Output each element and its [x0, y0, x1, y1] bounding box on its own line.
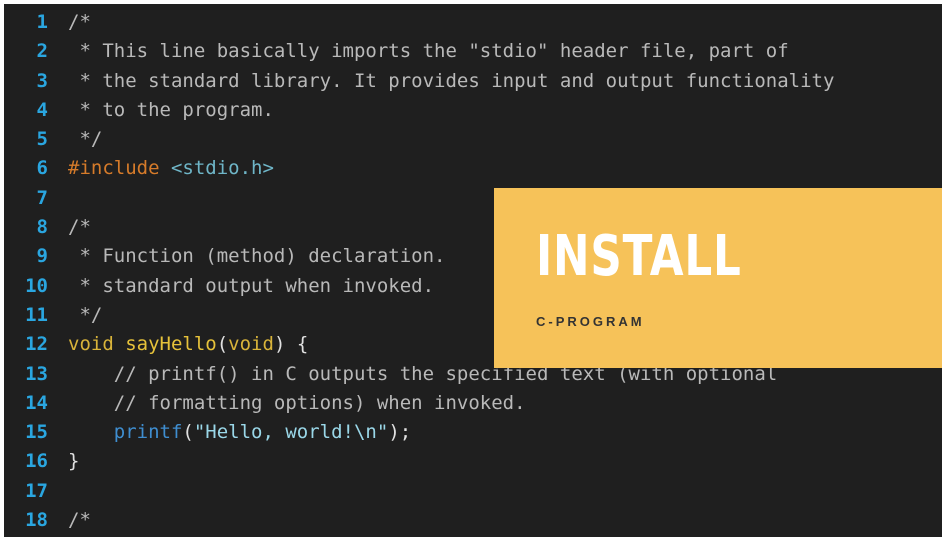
line-number: 14	[25, 391, 48, 414]
line-number: 16	[25, 450, 48, 473]
line-number: 12	[25, 333, 48, 356]
line-number: 5	[36, 128, 48, 151]
code-token: /*	[68, 509, 91, 532]
line-number: 17	[25, 479, 48, 502]
code-line: 4 * to the program.	[4, 96, 834, 125]
code-token: * This line basically imports the "stdio…	[68, 40, 789, 63]
code-image: 1 /* 2 * This line basically imports the "…	[4, 4, 942, 537]
line-number: 18	[25, 509, 48, 532]
code-line: 15 printf("Hello, world!\n");	[4, 418, 834, 447]
code-token: * standard output when invoked.	[68, 274, 435, 297]
line-number: 15	[25, 421, 48, 444]
code-token: void	[68, 333, 126, 356]
line-number: 11	[25, 303, 48, 326]
code-token: ) {	[273, 333, 309, 356]
code-line: 3 * the standard library. It provides in…	[4, 67, 835, 96]
code-token: */	[68, 303, 103, 326]
code-token: <stdio.h>	[170, 157, 274, 180]
line-number: 6	[36, 157, 48, 180]
code-line: 16}	[4, 447, 834, 476]
code-token: "Hello, world!\n"	[193, 421, 389, 444]
line-number: 10	[25, 274, 48, 297]
code-token: /*	[68, 216, 91, 239]
code-token: (	[182, 421, 194, 444]
code-line: 5 */	[4, 125, 834, 154]
code-line: 17	[4, 477, 834, 506]
code-token: * Function (method) declaration.	[68, 245, 446, 268]
line-number: 1	[36, 11, 48, 33]
code-token: * to the program.	[68, 98, 274, 121]
code-line: 1 /*	[4, 8, 834, 37]
code-token: (	[216, 333, 229, 356]
code-token: );	[388, 421, 412, 444]
code-token: * the standard library. It provides inpu…	[68, 69, 835, 92]
line-number: 4	[36, 98, 48, 121]
line-number: 13	[25, 362, 48, 385]
title-banner: INSTALL C-PROGRAM	[494, 188, 942, 368]
line-number: 9	[36, 245, 48, 268]
code-line: 6 #include <stdio.h>	[4, 154, 834, 183]
code-token: */	[68, 128, 103, 151]
code-token: #include	[68, 157, 171, 180]
code-line: 18 /*	[4, 506, 834, 535]
code-line: 2 * This line basically imports the "std…	[4, 37, 834, 66]
line-number: 7	[36, 186, 48, 209]
code-token: // formatting options) when invoked.	[68, 391, 526, 414]
banner-title: INSTALL	[536, 224, 742, 289]
code-token: printf	[68, 421, 183, 444]
code-token: sayHello	[125, 333, 217, 356]
line-number: 3	[36, 69, 48, 92]
banner-subtitle: C-PROGRAM	[536, 314, 645, 329]
line-number: 2	[36, 40, 48, 63]
code-token: /*	[68, 11, 91, 33]
code-line: 14 // formatting options) when invoked.	[4, 389, 834, 418]
code-token: }	[68, 450, 80, 473]
code-token: void	[228, 333, 274, 356]
line-number: 8	[36, 216, 48, 239]
